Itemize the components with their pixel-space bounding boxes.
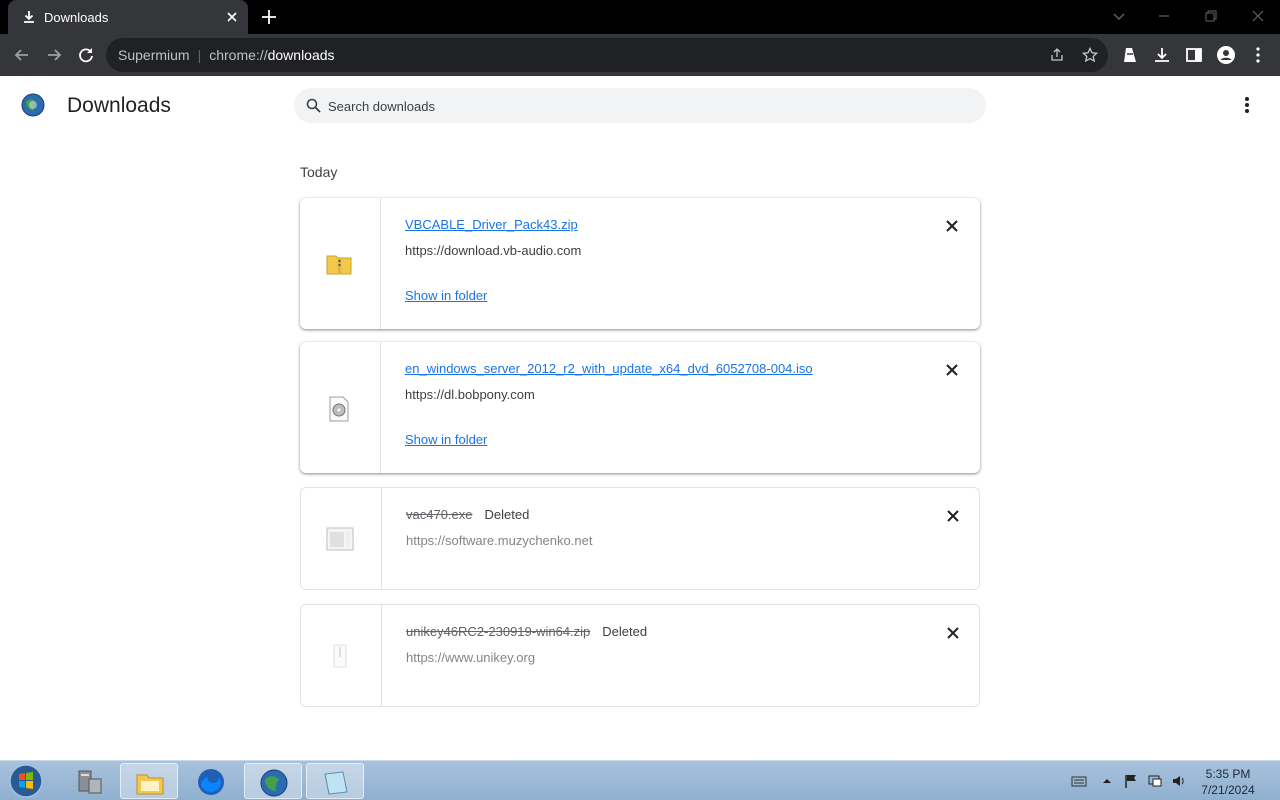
close-window-icon[interactable] — [1250, 8, 1266, 24]
url-scheme: chrome:// — [209, 47, 268, 63]
bookmark-star-icon[interactable] — [1082, 47, 1098, 63]
date-group-label: Today — [300, 164, 338, 180]
browser-label: Supermium — [118, 47, 190, 63]
taskbar-firefox[interactable] — [182, 763, 240, 799]
download-item: unikey46RC2-230919-win64.zip Deleted http… — [300, 604, 980, 707]
supermium-icon — [260, 769, 288, 797]
extension-icon[interactable] — [1120, 45, 1140, 65]
deleted-filename: unikey46RC2-230919-win64.zip — [406, 624, 591, 639]
url-host: downloads — [267, 47, 335, 63]
share-icon[interactable] — [1049, 47, 1065, 63]
remove-download-icon[interactable] — [945, 625, 961, 641]
minimize-icon[interactable] — [1156, 8, 1172, 24]
firefox-icon — [198, 769, 224, 795]
download-url: https://www.unikey.org — [406, 650, 536, 665]
clock-date: 7/21/2024 — [1201, 783, 1255, 797]
action-center-flag-icon[interactable] — [1123, 773, 1139, 789]
server-manager-icon — [78, 770, 102, 794]
disc-image-icon — [329, 396, 349, 422]
tab-strip: Downloads — [0, 0, 1280, 34]
taskbar-app[interactable] — [306, 763, 364, 799]
remove-download-icon[interactable] — [944, 218, 960, 234]
system-clock[interactable]: 5:35 PM 7/21/2024 — [1196, 766, 1260, 798]
show-hidden-icons-icon[interactable] — [1099, 773, 1115, 789]
search-downloads-field[interactable]: Search downloads — [294, 88, 986, 123]
download-filename: unikey46RC2-230919-win64.zip Deleted — [406, 624, 647, 639]
back-icon[interactable] — [12, 45, 32, 65]
download-filename[interactable]: VBCABLE_Driver_Pack43.zip — [405, 217, 578, 232]
show-in-folder-link[interactable]: Show in folder — [405, 432, 487, 447]
download-status: Deleted — [484, 507, 530, 522]
downloads-toolbar-icon[interactable] — [1152, 45, 1172, 65]
zip-folder-icon — [326, 255, 352, 275]
folder-icon — [136, 774, 164, 795]
forward-icon[interactable] — [44, 45, 64, 65]
omnibox-separator: | — [197, 47, 202, 63]
download-url: https://dl.bobpony.com — [405, 387, 535, 402]
download-item: vac470.exe Deleted https://software.muzyc… — [300, 487, 980, 590]
taskbar-file-explorer[interactable] — [120, 763, 178, 799]
download-url: https://download.vb-audio.com — [405, 243, 582, 258]
download-url: https://software.muzychenko.net — [406, 533, 593, 548]
download-icon — [24, 11, 34, 23]
download-filename: vac470.exe Deleted — [406, 507, 529, 522]
remove-download-icon[interactable] — [944, 362, 960, 378]
zip-icon — [333, 644, 347, 668]
volume-icon[interactable] — [1171, 773, 1187, 789]
reload-icon[interactable] — [76, 45, 96, 65]
download-item: en_windows_server_2012_r2_with_update_x6… — [300, 342, 980, 473]
start-button-icon[interactable] — [4, 762, 44, 800]
taskbar-server-manager[interactable] — [60, 763, 118, 799]
browser-menu-icon[interactable] — [1248, 45, 1268, 65]
remove-download-icon[interactable] — [945, 508, 961, 524]
address-bar[interactable]: Supermium | chrome://downloads — [106, 38, 1108, 72]
profile-avatar-icon[interactable] — [1216, 45, 1236, 65]
taskbar-supermium[interactable] — [244, 763, 302, 799]
exe-icon — [326, 527, 354, 551]
download-filename[interactable]: en_windows_server_2012_r2_with_update_x6… — [405, 361, 813, 376]
download-item: VBCABLE_Driver_Pack43.zip https://downlo… — [300, 198, 980, 329]
close-tab-icon[interactable] — [224, 9, 240, 25]
tab-downloads[interactable]: Downloads — [8, 0, 248, 34]
more-actions-icon[interactable] — [1240, 96, 1254, 114]
tab-title: Downloads — [44, 10, 109, 25]
search-placeholder: Search downloads — [328, 99, 435, 114]
keyboard-icon[interactable] — [1071, 773, 1087, 789]
clock-time: 5:35 PM — [1205, 767, 1251, 781]
tab-search-icon[interactable] — [1111, 8, 1127, 24]
taskbar: 5:35 PM 7/21/2024 — [0, 760, 1280, 800]
page-title: Downloads — [67, 94, 171, 117]
show-in-folder-link[interactable]: Show in folder — [405, 288, 487, 303]
browser-logo-icon — [21, 93, 45, 117]
search-icon — [306, 98, 321, 113]
restore-icon[interactable] — [1203, 8, 1219, 24]
new-tab-icon[interactable] — [260, 8, 278, 26]
network-icon[interactable] — [1147, 773, 1163, 789]
deleted-filename: vac470.exe — [406, 507, 473, 522]
browser-toolbar: Supermium | chrome://downloads — [0, 34, 1280, 76]
download-status: Deleted — [602, 624, 648, 639]
side-panel-icon[interactable] — [1184, 45, 1204, 65]
window-app-icon — [324, 771, 348, 795]
